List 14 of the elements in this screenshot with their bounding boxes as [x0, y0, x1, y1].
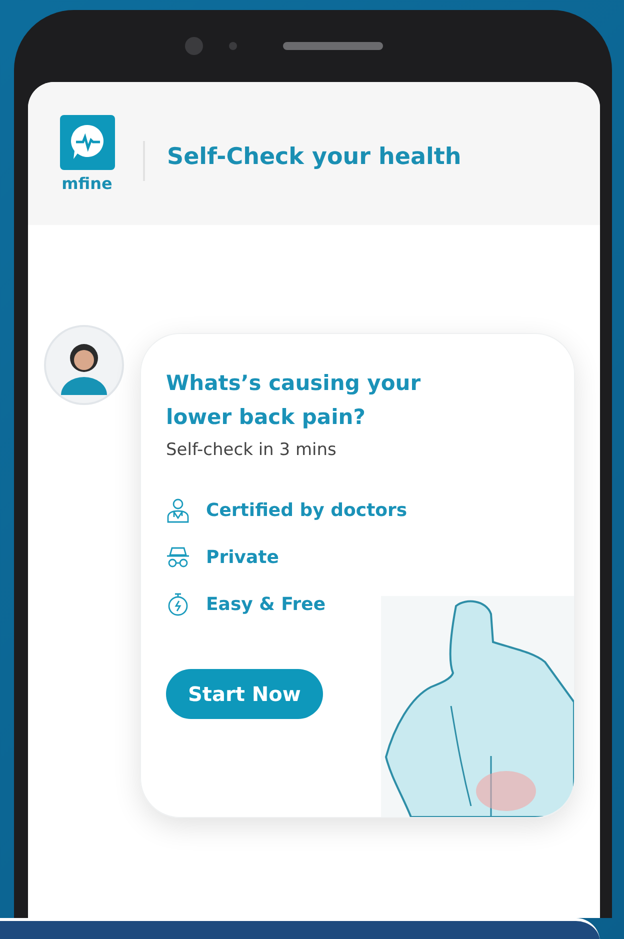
- feature-label: Easy & Free: [206, 594, 326, 615]
- doctor-icon: [166, 498, 190, 523]
- stopwatch-icon: [166, 592, 190, 617]
- hat-and-glasses-icon: [166, 545, 190, 570]
- header-title: Self-Check your health: [167, 144, 462, 170]
- feature-label: Certified by doctors: [206, 500, 408, 521]
- start-now-button[interactable]: Start Now: [166, 669, 323, 719]
- logo-icon: [60, 115, 114, 170]
- card-subtitle: Self-check in 3 mins: [166, 440, 338, 460]
- camera-icon: [185, 37, 203, 55]
- card-title: Whats’s causing your lower back pain?: [166, 370, 422, 431]
- feature-label: Private: [206, 547, 279, 568]
- logo-text: mfine: [62, 174, 112, 193]
- sensor-icon: [229, 42, 237, 50]
